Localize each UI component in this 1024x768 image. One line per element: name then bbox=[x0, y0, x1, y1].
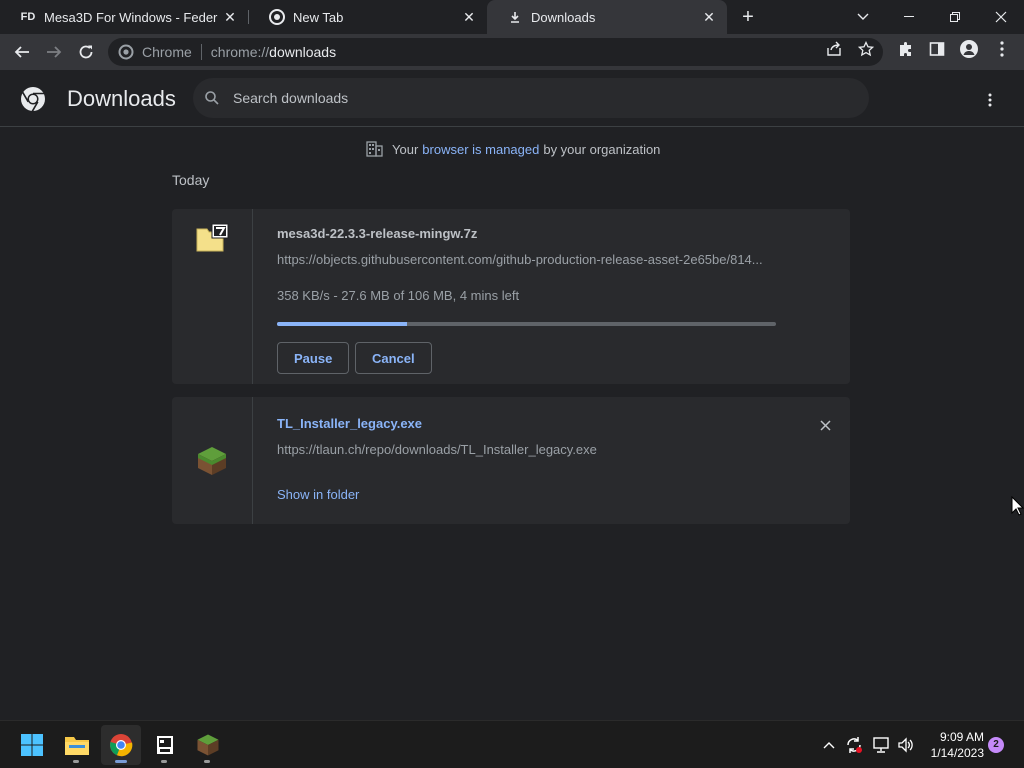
grass-block-icon bbox=[196, 445, 228, 482]
share-icon[interactable] bbox=[825, 40, 843, 58]
new-tab-button[interactable]: + bbox=[737, 6, 759, 28]
chrome-logo-icon bbox=[20, 86, 46, 112]
minimize-icon[interactable] bbox=[886, 0, 932, 34]
download-progress-fill bbox=[277, 322, 407, 326]
windows-taskbar: 9:09 AM 1/14/2023 2 bbox=[0, 720, 1024, 768]
tab-title: Downloads bbox=[531, 9, 596, 25]
tab-search-chevron-icon[interactable] bbox=[840, 0, 886, 34]
windows-start-icon[interactable] bbox=[12, 725, 52, 765]
clock-date: 1/14/2023 bbox=[930, 746, 984, 760]
chrome-icon bbox=[118, 44, 134, 60]
show-in-folder-link[interactable]: Show in folder bbox=[277, 487, 359, 502]
tab-title: Mesa3D For Windows - Federico bbox=[44, 9, 218, 25]
date-section-label: Today bbox=[172, 172, 210, 188]
managed-prefix: Your bbox=[392, 141, 419, 157]
download-status: 358 KB/s - 27.6 MB of 106 MB, 4 mins lef… bbox=[277, 288, 520, 303]
building-icon bbox=[366, 141, 383, 157]
tab-mesa3d[interactable]: FD Mesa3D For Windows - Federico ✕ bbox=[0, 0, 248, 34]
url-scheme: chrome:// bbox=[210, 44, 270, 60]
taskbar-clock[interactable]: 9:09 AM 1/14/2023 bbox=[920, 729, 984, 761]
running-indicator bbox=[73, 760, 79, 763]
side-panel-icon[interactable] bbox=[928, 40, 946, 58]
minecraft-launcher-icon[interactable] bbox=[188, 725, 228, 765]
chrome-taskbar-icon[interactable] bbox=[101, 725, 141, 765]
forward-arrow-icon[interactable] bbox=[40, 38, 68, 66]
cancel-button[interactable]: Cancel bbox=[355, 342, 432, 374]
download-filename-link[interactable]: TL_Installer_legacy.exe bbox=[277, 416, 422, 431]
tab-strip: FD Mesa3D For Windows - Federico ✕ New T… bbox=[0, 0, 1024, 34]
download-url: https://objects.githubusercontent.com/gi… bbox=[277, 252, 763, 267]
managed-suffix: by your organization bbox=[543, 141, 661, 157]
search-downloads-input[interactable] bbox=[233, 90, 833, 106]
close-tab-icon[interactable]: ✕ bbox=[701, 9, 717, 25]
show-hidden-icons-chevron-icon[interactable] bbox=[819, 735, 839, 755]
download-progress-bar bbox=[277, 322, 776, 326]
file-icon-column bbox=[172, 397, 253, 524]
back-arrow-icon[interactable] bbox=[8, 38, 36, 66]
omnibox-divider bbox=[200, 44, 202, 60]
download-url: https://tlaun.ch/repo/downloads/TL_Insta… bbox=[277, 442, 597, 457]
file-explorer-icon[interactable] bbox=[57, 725, 97, 765]
search-box[interactable] bbox=[193, 78, 869, 118]
download-icon bbox=[507, 9, 523, 25]
page-title: Downloads bbox=[67, 86, 176, 111]
sync-icon[interactable] bbox=[844, 735, 864, 755]
more-vert-icon[interactable] bbox=[993, 40, 1011, 58]
download-filename: mesa3d-22.3.3-release-mingw.7z bbox=[277, 226, 478, 241]
chrome-icon bbox=[269, 9, 285, 25]
address-bar[interactable]: Chrome chrome://downloads bbox=[108, 38, 883, 66]
7z-archive-icon bbox=[196, 223, 230, 258]
tab-new-tab[interactable]: New Tab ✕ bbox=[249, 0, 487, 34]
url-host: downloads bbox=[269, 44, 337, 60]
downloads-header: Downloads bbox=[0, 70, 1024, 127]
close-window-icon[interactable] bbox=[978, 0, 1024, 34]
page-chip: Chrome bbox=[142, 44, 192, 60]
browser-managed-link[interactable]: browser is managed bbox=[422, 142, 539, 157]
browser-toolbar: Chrome chrome://downloads bbox=[0, 34, 1024, 70]
notification-badge[interactable]: 2 bbox=[988, 737, 1004, 753]
restore-icon[interactable] bbox=[932, 0, 978, 34]
volume-icon[interactable] bbox=[896, 735, 916, 755]
running-indicator bbox=[115, 760, 127, 763]
mouse-cursor-icon bbox=[1011, 495, 1024, 516]
close-tab-icon[interactable]: ✕ bbox=[461, 9, 477, 25]
more-vert-icon[interactable] bbox=[978, 88, 1002, 112]
bookmark-star-icon[interactable] bbox=[857, 40, 875, 58]
clock-time: 9:09 AM bbox=[939, 730, 984, 744]
running-indicator bbox=[204, 760, 210, 763]
app-window-icon[interactable] bbox=[145, 725, 185, 765]
tab-favicon-fd: FD bbox=[20, 11, 36, 23]
tab-downloads[interactable]: Downloads ✕ bbox=[487, 0, 727, 34]
profile-avatar-icon[interactable] bbox=[960, 40, 978, 58]
close-tab-icon[interactable]: ✕ bbox=[222, 9, 238, 25]
download-item: TL_Installer_legacy.exe https://tlaun.ch… bbox=[172, 397, 850, 524]
pause-button[interactable]: Pause bbox=[277, 342, 350, 374]
download-item: mesa3d-22.3.3-release-mingw.7z https://o… bbox=[172, 209, 850, 384]
reload-icon[interactable] bbox=[72, 38, 100, 66]
file-icon-column bbox=[172, 209, 253, 384]
extensions-puzzle-icon[interactable] bbox=[897, 40, 915, 58]
managed-notice: Your browser is managed by your organiza… bbox=[366, 140, 660, 158]
running-indicator bbox=[161, 760, 167, 763]
search-icon bbox=[205, 91, 219, 105]
remove-download-icon[interactable] bbox=[817, 417, 833, 433]
tab-title: New Tab bbox=[293, 9, 344, 25]
network-icon[interactable] bbox=[871, 735, 891, 755]
